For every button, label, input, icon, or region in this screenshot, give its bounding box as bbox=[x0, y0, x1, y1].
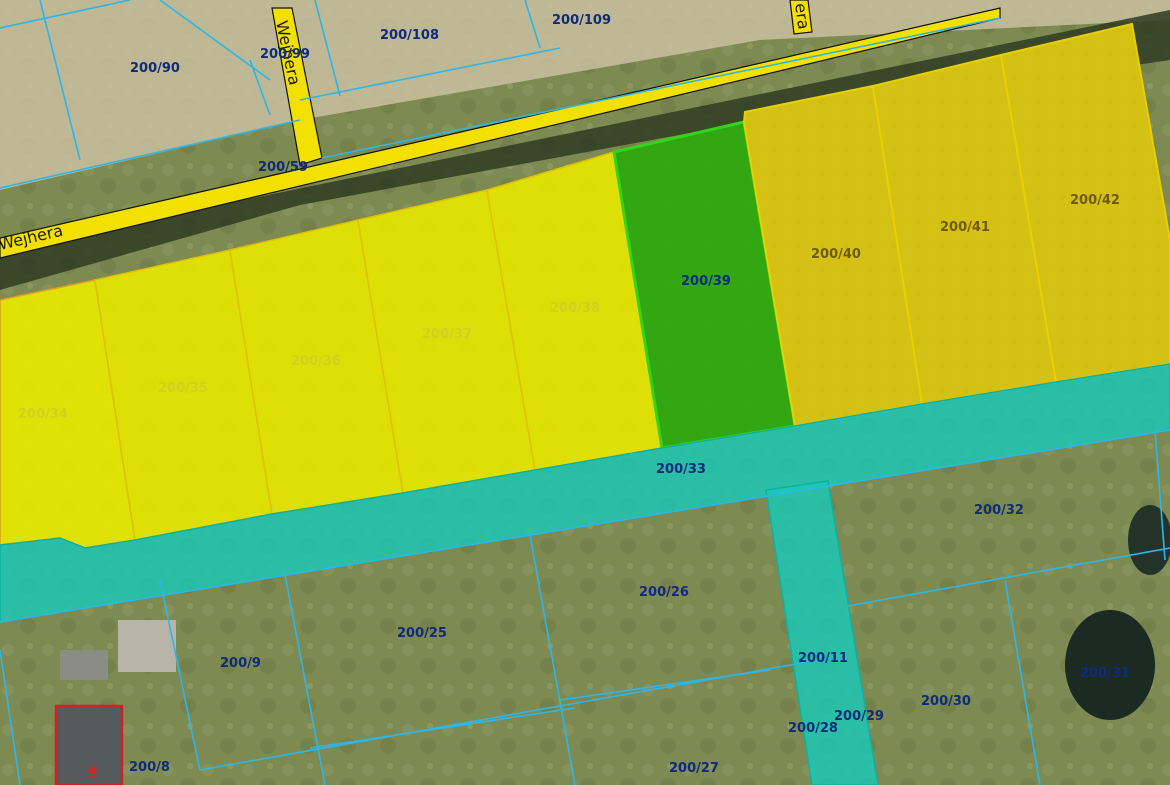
parcel-label-200-59: 200/59 bbox=[258, 160, 308, 175]
parcel-label-200-34: 200/34 bbox=[18, 407, 68, 422]
parcel-label-200-90: 200/90 bbox=[130, 61, 180, 76]
house-roof bbox=[118, 620, 176, 672]
street-label-stub: era bbox=[791, 2, 813, 31]
parcel-label-200-38: 200/38 bbox=[550, 301, 600, 316]
parcel-label-200-25: 200/25 bbox=[397, 626, 447, 641]
parcel-label-200-108: 200/108 bbox=[380, 28, 439, 43]
parcel-label-200-36: 200/36 bbox=[291, 354, 341, 369]
parcel-label-200-32: 200/32 bbox=[974, 503, 1024, 518]
aerial-parcel-map[interactable]: Wejhera Wejhera era 200/90 200/99 200/10… bbox=[0, 0, 1170, 785]
pond bbox=[1065, 610, 1155, 720]
parcel-label-200-37: 200/37 bbox=[422, 327, 472, 342]
house-roof bbox=[60, 650, 108, 680]
parcel-label-200-28: 200/28 bbox=[788, 721, 838, 736]
parcel-label-200-11: 200/11 bbox=[798, 651, 848, 666]
parcel-label-200-33: 200/33 bbox=[656, 462, 706, 477]
map-canvas[interactable]: Wejhera Wejhera era 200/90 200/99 200/10… bbox=[0, 0, 1170, 785]
parcel-label-200-42: 200/42 bbox=[1070, 193, 1120, 208]
parcel-label-200-40: 200/40 bbox=[811, 247, 861, 262]
parcel-label-200-27: 200/27 bbox=[669, 761, 719, 776]
parcel-label-200-29: 200/29 bbox=[834, 709, 884, 724]
parcel-label-200-41: 200/41 bbox=[940, 220, 990, 235]
parcel-label-200-35: 200/35 bbox=[158, 381, 208, 396]
parcel-label-200-39: 200/39 bbox=[681, 274, 731, 289]
parcel-label-200-30: 200/30 bbox=[921, 694, 971, 709]
parcel-label-200-9: 200/9 bbox=[220, 656, 261, 671]
parcel-label-200-109: 200/109 bbox=[552, 13, 611, 28]
parcel-label-200-26: 200/26 bbox=[639, 585, 689, 600]
building-marker-label: g bbox=[88, 763, 97, 778]
parcel-label-200-31: 200/31 bbox=[1080, 666, 1130, 681]
parcel-label-200-99: 200/99 bbox=[260, 47, 310, 62]
parcel-label-200-8: 200/8 bbox=[129, 760, 170, 775]
